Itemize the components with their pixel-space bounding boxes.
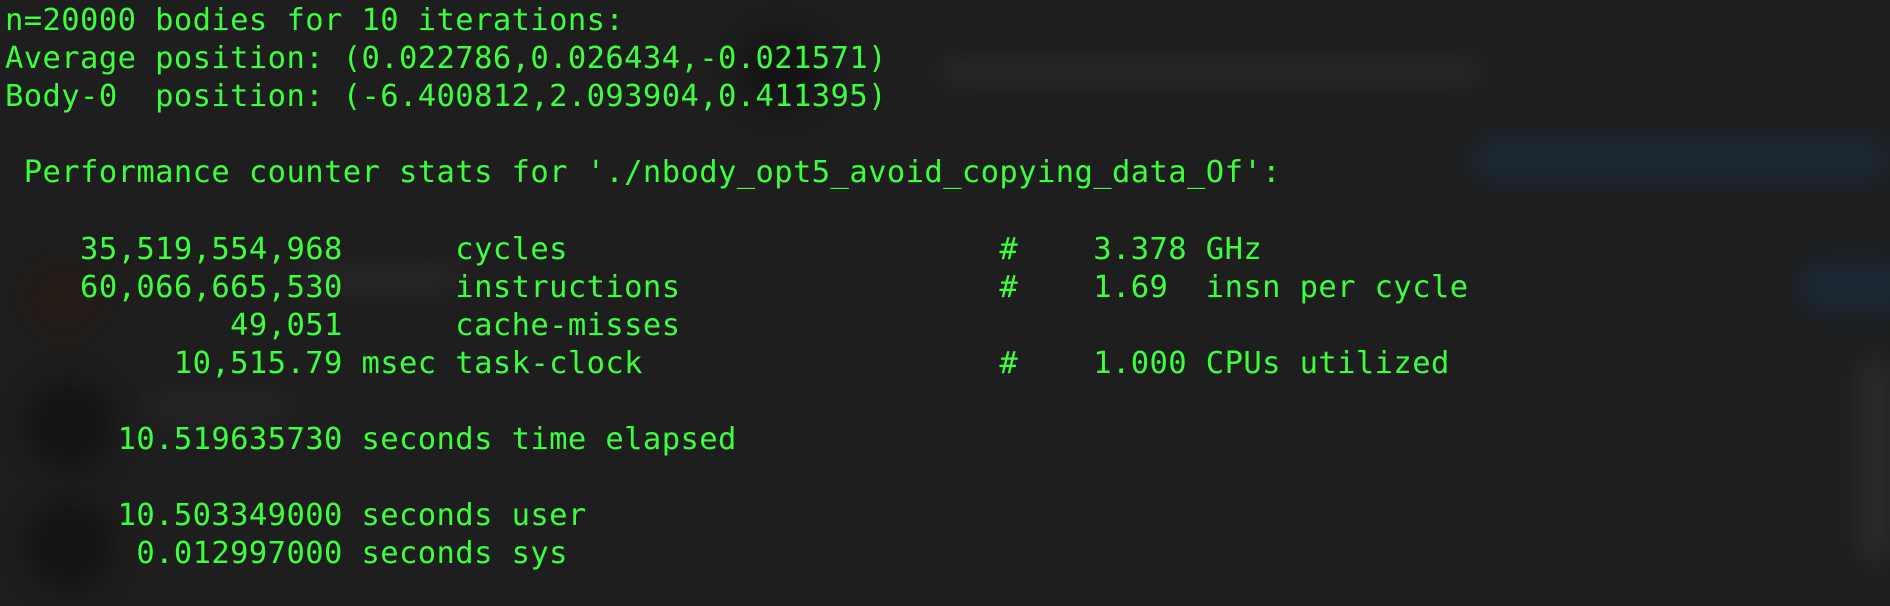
blurred-bar	[1800, 262, 1890, 312]
output-line: Average position: (0.022786,0.026434,-0.…	[5, 41, 887, 77]
output-line: Performance counter stats for './nbody_o…	[5, 155, 1281, 191]
output-line: 60,066,665,530 instructions # 1.69 insn …	[5, 269, 1469, 305]
output-line: 10.519635730 seconds time elapsed	[5, 422, 737, 458]
output-line: n=20000 bodies for 10 iterations:	[5, 3, 625, 38]
output-line: 49,051 cache-misses	[5, 307, 681, 343]
output-line: Body-0 position: (-6.400812,2.093904,0.4…	[5, 79, 887, 115]
blurred-bar	[1470, 138, 1890, 180]
output-line: 10.503349000 seconds user	[5, 498, 587, 534]
blurred-text-line	[1860, 360, 1890, 560]
output-line: 10,515.79 msec task-clock # 1.000 CPUs u…	[5, 345, 1450, 381]
output-line: 0.012997000 seconds sys	[5, 536, 568, 572]
terminal-output[interactable]: n=20000 bodies for 10 iterations: Average…	[5, 2, 1468, 573]
terminal-window[interactable]: n=20000 bodies for 10 iterations: Average…	[0, 0, 1890, 606]
output-line: 35,519,554,968 cycles # 3.378 GHz	[5, 231, 1263, 267]
